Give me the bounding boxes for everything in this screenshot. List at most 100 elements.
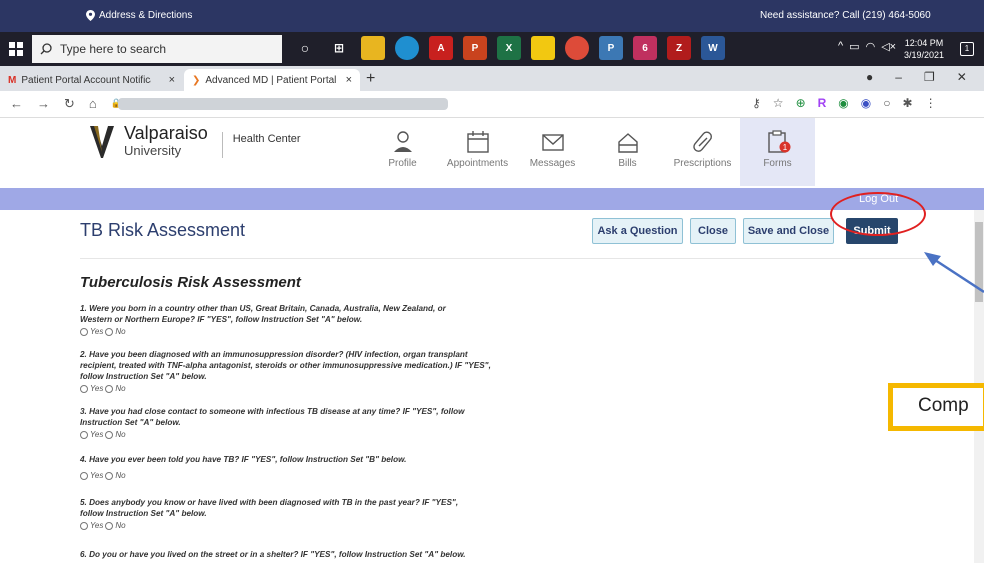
nav-forms[interactable]: 1 Forms bbox=[740, 118, 815, 186]
extensions-menu-icon[interactable]: ⋮ bbox=[925, 96, 937, 110]
wifi-icon[interactable]: ◠ bbox=[866, 40, 876, 53]
form-content: TB Risk Assessment Ask a Question Close … bbox=[0, 210, 974, 563]
answer-options: Yes No bbox=[80, 520, 480, 531]
extension-on-icon[interactable]: ⊕ bbox=[796, 96, 806, 110]
question-text: 4. Have you ever been told you have TB? … bbox=[80, 455, 407, 464]
nav-appointments[interactable]: Appointments bbox=[440, 118, 515, 186]
radio-yes[interactable] bbox=[80, 327, 88, 336]
taskbar-search-placeholder: Type here to search bbox=[60, 42, 167, 56]
home-icon[interactable]: ⌂ bbox=[89, 96, 97, 112]
tab-label: Patient Portal Account Notificatio bbox=[21, 74, 151, 86]
acrobat-icon[interactable]: A bbox=[429, 36, 453, 60]
no-label: No bbox=[115, 327, 126, 336]
sticky-notes-icon[interactable] bbox=[531, 36, 555, 60]
nav-bills[interactable]: Bills bbox=[590, 118, 665, 186]
nav-prescriptions[interactable]: Prescriptions bbox=[665, 118, 740, 186]
minimize-icon[interactable]: – bbox=[895, 70, 902, 84]
question-text: 1. Were you born in a country other than… bbox=[80, 304, 446, 324]
radio-no[interactable] bbox=[105, 327, 114, 336]
tab-patient-portal-notification[interactable]: M Patient Portal Account Notificatio × bbox=[0, 69, 183, 91]
bills-icon bbox=[617, 133, 638, 153]
scrollbar-thumb[interactable] bbox=[975, 222, 983, 302]
yes-label: Yes bbox=[90, 327, 104, 336]
radio-yes[interactable] bbox=[80, 430, 88, 439]
answer-options: Yes No bbox=[80, 429, 480, 440]
divider bbox=[80, 258, 930, 259]
search-icon bbox=[40, 43, 52, 55]
question-1: 1. Were you born in a country other than… bbox=[80, 303, 480, 337]
logo-name: Valparaiso bbox=[124, 123, 208, 143]
extension-g-icon[interactable]: ◉ bbox=[838, 96, 848, 110]
screenshot: Address & Directions Need assistance? Ca… bbox=[0, 0, 984, 563]
windows-start-icon[interactable] bbox=[9, 42, 23, 56]
ask-question-button[interactable]: Ask a Question bbox=[592, 218, 683, 244]
gmail-icon: M bbox=[8, 74, 17, 86]
answer-options: Yes No bbox=[80, 470, 480, 481]
close-window-icon[interactable]: ✕ bbox=[957, 70, 967, 84]
address-link[interactable]: Address & Directions bbox=[86, 10, 192, 21]
radio-no[interactable] bbox=[105, 430, 114, 439]
yes-label: Yes bbox=[90, 384, 104, 393]
close-tab-icon[interactable]: × bbox=[169, 74, 175, 86]
chrome-icon[interactable] bbox=[565, 36, 589, 60]
notification-icon[interactable]: 1 bbox=[960, 42, 974, 56]
battery-icon[interactable]: ▭ bbox=[849, 40, 859, 53]
location-pin-icon bbox=[86, 10, 95, 21]
profile-dot-icon[interactable]: ● bbox=[866, 70, 873, 84]
new-tab-icon[interactable]: + bbox=[366, 70, 375, 88]
cortana-icon[interactable]: ○ bbox=[293, 36, 317, 60]
nav-label: Prescriptions bbox=[673, 158, 732, 169]
close-tab-icon[interactable]: × bbox=[346, 74, 352, 86]
project-icon[interactable]: P bbox=[599, 36, 623, 60]
radio-no[interactable] bbox=[105, 521, 114, 530]
url-input-redacted[interactable] bbox=[118, 98, 448, 110]
chevron-up-icon[interactable]: ^ bbox=[838, 40, 843, 53]
nav-profile[interactable]: Profile bbox=[365, 118, 440, 186]
key-icon[interactable]: ⚷ bbox=[752, 96, 761, 110]
save-and-close-button[interactable]: Save and Close bbox=[743, 218, 834, 244]
portal-nav: Profile Appointments Messages Bills Pres… bbox=[365, 118, 815, 186]
windows-taskbar: Type here to search ○ ⊞ A P X P 6 Z W ^ … bbox=[0, 32, 984, 66]
extension-puzzle-icon[interactable]: ✱ bbox=[903, 96, 913, 110]
task-view-icon[interactable]: ⊞ bbox=[327, 36, 351, 60]
edge-icon[interactable] bbox=[395, 36, 419, 60]
address-label: Address & Directions bbox=[99, 10, 193, 21]
taskbar-search[interactable]: Type here to search bbox=[32, 35, 282, 63]
extension-gray-icon[interactable]: ○ bbox=[883, 96, 890, 110]
annotation-callout: Comp bbox=[888, 383, 984, 431]
no-label: No bbox=[115, 471, 126, 480]
file-explorer-icon[interactable] bbox=[361, 36, 385, 60]
tab-advanced-md-portal[interactable]: ❯ Advanced MD | Patient Portal × bbox=[184, 69, 360, 91]
word-icon[interactable]: W bbox=[701, 36, 725, 60]
restore-icon[interactable]: ❐ bbox=[924, 70, 935, 84]
radio-yes[interactable] bbox=[80, 521, 88, 530]
radio-yes[interactable] bbox=[80, 471, 88, 480]
browser-nav: ← → ↻ ⌂ 🔒 bbox=[10, 96, 122, 112]
forward-arrow-icon[interactable]: → bbox=[37, 96, 50, 112]
radio-no[interactable] bbox=[105, 471, 114, 480]
filezilla-icon[interactable]: Z bbox=[667, 36, 691, 60]
close-button[interactable]: Close bbox=[690, 218, 736, 244]
question-4: 4. Have you ever been told you have TB? … bbox=[80, 454, 480, 481]
radio-yes[interactable] bbox=[80, 384, 88, 393]
question-text: 6. Do you or have you lived on the stree… bbox=[80, 550, 466, 559]
onenote-icon[interactable]: 6 bbox=[633, 36, 657, 60]
question-2: 2. Have you been diagnosed with an immun… bbox=[80, 349, 495, 394]
nav-label: Messages bbox=[529, 158, 576, 169]
advancedmd-icon: ❯ bbox=[192, 74, 201, 86]
nav-messages[interactable]: Messages bbox=[515, 118, 590, 186]
extension-blue-icon[interactable]: ◉ bbox=[861, 96, 871, 110]
extension-r-icon[interactable]: R bbox=[818, 96, 827, 110]
university-logo[interactable]: Valparaiso University Health Center bbox=[88, 124, 301, 160]
taskbar-clock[interactable]: 12:04 PM 3/19/2021 bbox=[904, 37, 944, 61]
radio-no[interactable] bbox=[105, 384, 114, 393]
back-arrow-icon[interactable]: ← bbox=[10, 96, 23, 112]
volume-icon[interactable]: ◁× bbox=[881, 40, 896, 53]
star-icon[interactable]: ☆ bbox=[773, 96, 784, 110]
reload-icon[interactable]: ↻ bbox=[64, 96, 75, 112]
answer-options: Yes No bbox=[80, 326, 480, 337]
powerpoint-icon[interactable]: P bbox=[463, 36, 487, 60]
yes-label: Yes bbox=[90, 430, 104, 439]
forms-badge: 1 bbox=[782, 143, 787, 152]
excel-icon[interactable]: X bbox=[497, 36, 521, 60]
